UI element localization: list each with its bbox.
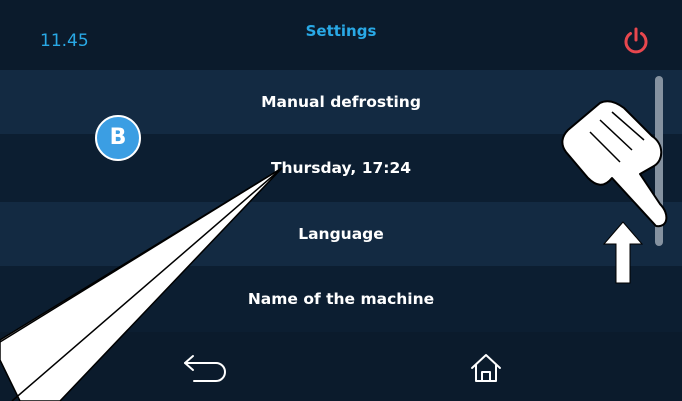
page-title: Settings (305, 22, 377, 40)
navigation-bar (0, 336, 682, 401)
menu-item-machine-name[interactable]: Name of the machine (0, 266, 682, 332)
home-icon[interactable] (468, 350, 504, 386)
header-bar: 11.45 Settings (0, 0, 682, 70)
machine-touchscreen: 11.45 Settings Manual defrosting Thursda… (0, 0, 682, 401)
callout-badge: B (95, 115, 141, 161)
scrollbar-thumb[interactable] (655, 76, 663, 246)
power-icon[interactable] (620, 25, 652, 57)
settings-menu-list: Manual defrosting Thursday, 17:24 Langua… (0, 70, 682, 332)
menu-item-language[interactable]: Language (0, 202, 682, 266)
back-arrow-icon[interactable] (180, 348, 230, 384)
